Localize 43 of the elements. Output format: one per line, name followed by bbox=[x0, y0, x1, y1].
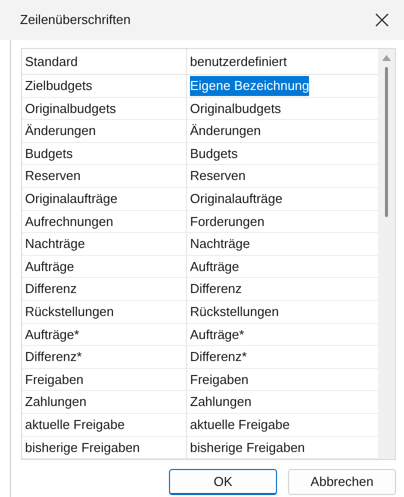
table-cell[interactable]: Reserven bbox=[190, 166, 246, 186]
scrollbar-thumb[interactable] bbox=[385, 67, 388, 217]
table-cell: Originalaufträge bbox=[22, 188, 187, 210]
table-cell: Nachträge bbox=[22, 233, 187, 255]
table-cell[interactable]: Differenz* bbox=[190, 347, 247, 367]
table-cell: Aufträge* bbox=[22, 324, 187, 346]
table-cell: Budgets bbox=[22, 142, 187, 164]
table-cell: Zielbudgets bbox=[22, 75, 187, 97]
table-cell[interactable]: bisherige Freigaben bbox=[190, 438, 305, 458]
table-cell[interactable]: Zahlungen bbox=[190, 392, 252, 412]
table-cell[interactable]: Originalaufträge bbox=[190, 189, 282, 209]
dialog-button[interactable]: OK bbox=[169, 469, 277, 496]
table-cell[interactable]: Budgets bbox=[190, 144, 238, 164]
table-cell[interactable]: Aufträge bbox=[190, 256, 240, 276]
table-cell[interactable]: Differenz bbox=[190, 279, 242, 299]
table-cell[interactable]: Aufträge* bbox=[190, 324, 244, 344]
table-cell[interactable]: Rückstellungen bbox=[190, 302, 279, 322]
table-cell[interactable]: Nachträge bbox=[190, 234, 250, 254]
table-cell: Rückstellungen bbox=[22, 300, 187, 323]
table-cell: Differenz bbox=[22, 278, 187, 300]
table-cell[interactable]: Änderungen bbox=[190, 121, 261, 141]
column-header[interactable]: Standard bbox=[22, 49, 187, 74]
dialog-button[interactable]: Abbrechen bbox=[288, 469, 396, 496]
table-cell[interactable]: aktuelle Freigabe bbox=[190, 414, 290, 434]
table-cell: Aufrechnungen bbox=[22, 210, 187, 232]
table-cell[interactable]: Originalbudgets bbox=[190, 98, 282, 118]
scrollbar[interactable] bbox=[378, 49, 395, 460]
column-header[interactable]: benutzerdefiniert bbox=[187, 49, 378, 74]
window-title: Zeilenüberschriften bbox=[20, 11, 131, 30]
table-cell[interactable]: Freigaben bbox=[190, 370, 249, 390]
table-cell[interactable]: Forderungen bbox=[190, 212, 264, 232]
close-icon bbox=[375, 13, 389, 27]
table-cell: Originalbudgets bbox=[22, 98, 187, 120]
table-cell[interactable]: Eigene Bezeichnung bbox=[190, 76, 310, 96]
up-arrow-icon bbox=[382, 55, 391, 61]
table-cell: aktuelle Freigabe bbox=[22, 414, 187, 436]
table-cell: Aufträge bbox=[22, 256, 187, 278]
table-cell: Freigaben bbox=[22, 368, 187, 390]
table-cell: Differenz* bbox=[22, 346, 187, 368]
table-cell: Änderungen bbox=[22, 120, 187, 142]
table-cell: bisherige Freigaben bbox=[22, 436, 187, 458]
table-cell: Reserven bbox=[22, 165, 187, 187]
table-cell: Zahlungen bbox=[22, 391, 187, 413]
